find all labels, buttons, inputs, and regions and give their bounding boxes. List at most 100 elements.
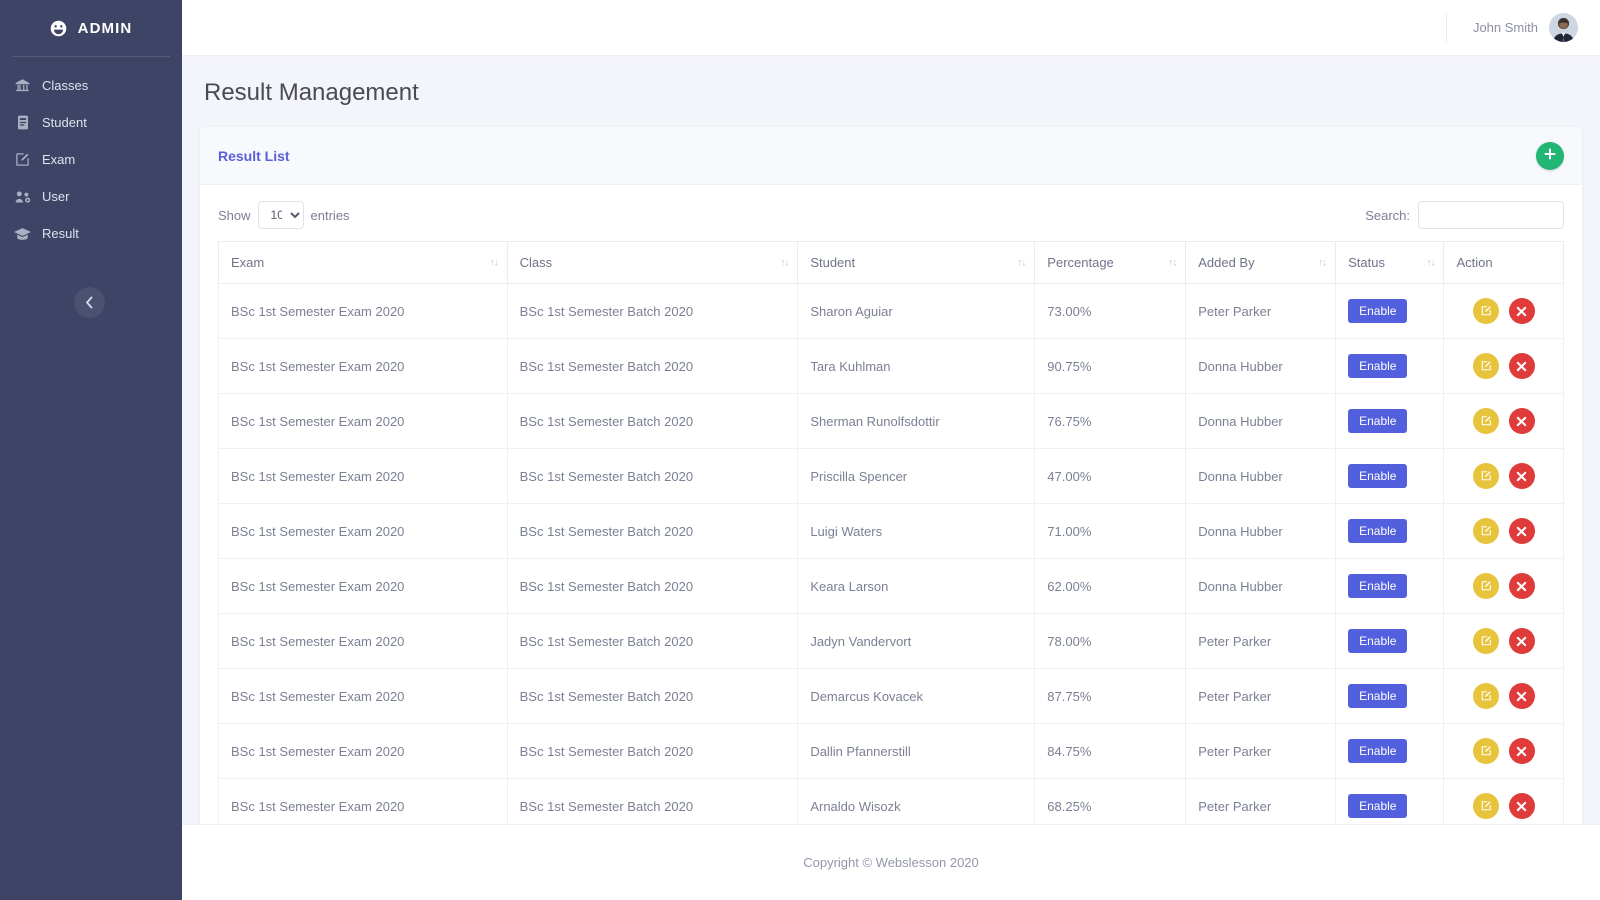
edit-pen-square-icon [1480, 580, 1492, 592]
cell-class: BSc 1st Semester Batch 2020 [506, 613, 799, 669]
column-header-exam[interactable]: Exam ↑↓ [218, 241, 508, 284]
status-toggle-button[interactable]: Enable [1348, 684, 1408, 708]
delete-times-icon [1516, 581, 1527, 592]
cell-class: BSc 1st Semester Batch 2020 [506, 283, 799, 339]
search-input[interactable] [1418, 201, 1564, 229]
sidebar-item-exam[interactable]: Exam [0, 141, 182, 178]
edit-row-button[interactable] [1472, 628, 1499, 654]
delete-times-icon [1516, 471, 1527, 482]
column-label: Student [810, 255, 856, 270]
status-toggle-button[interactable]: Enable [1348, 794, 1408, 818]
brand[interactable]: ADMIN [0, 0, 182, 56]
row-actions [1456, 408, 1551, 434]
column-header-percentage[interactable]: Percentage ↑↓ [1034, 241, 1187, 284]
cell-added-by: Donna Hubber [1185, 503, 1337, 559]
table-row: BSc 1st Semester Exam 2020 BSc 1st Semest… [218, 448, 1564, 504]
column-header-student[interactable]: Student ↑↓ [797, 241, 1036, 284]
edit-pen-square-icon [1480, 305, 1492, 317]
sidebar-item-result[interactable]: Result [0, 215, 182, 252]
cell-student: Sherman Runolfsdottir [797, 393, 1036, 449]
page-length-select[interactable]: 10 25 50 100 [257, 201, 304, 229]
edit-row-button[interactable] [1472, 683, 1499, 709]
column-header-class[interactable]: Class ↑↓ [506, 241, 799, 284]
cell-class: BSc 1st Semester Batch 2020 [506, 503, 799, 559]
row-actions [1456, 793, 1551, 819]
sidebar-collapse-button[interactable] [74, 287, 105, 318]
cell-class: BSc 1st Semester Batch 2020 [506, 723, 799, 779]
add-result-button[interactable] [1536, 141, 1564, 170]
search-label: Search: [1365, 207, 1410, 223]
delete-times-icon [1516, 636, 1527, 647]
status-toggle-button[interactable]: Enable [1348, 464, 1408, 488]
delete-row-button[interactable] [1508, 353, 1535, 379]
delete-row-button[interactable] [1508, 738, 1535, 764]
status-toggle-button[interactable]: Enable [1348, 299, 1408, 323]
cell-exam: BSc 1st Semester Exam 2020 [218, 338, 508, 394]
sidebar-item-label: Exam [42, 152, 76, 167]
edit-row-button[interactable] [1472, 463, 1499, 489]
delete-row-button[interactable] [1508, 683, 1535, 709]
cell-exam: BSc 1st Semester Exam 2020 [218, 393, 508, 449]
delete-row-button[interactable] [1508, 298, 1535, 324]
status-toggle-button[interactable]: Enable [1348, 354, 1408, 378]
table-body: BSc 1st Semester Exam 2020 BSc 1st Semest… [218, 283, 1564, 824]
cell-class: BSc 1st Semester Batch 2020 [506, 778, 799, 824]
edit-row-button[interactable] [1472, 793, 1499, 819]
status-toggle-button[interactable]: Enable [1348, 739, 1408, 763]
status-toggle-button[interactable]: Enable [1348, 629, 1408, 653]
avatar[interactable] [1549, 13, 1578, 42]
row-actions [1456, 518, 1551, 544]
edit-row-button[interactable] [1472, 353, 1499, 379]
cell-exam: BSc 1st Semester Exam 2020 [218, 778, 508, 824]
cell-action [1443, 448, 1564, 504]
delete-row-button[interactable] [1508, 518, 1535, 544]
graduation-cap-icon [14, 227, 31, 241]
edit-row-button[interactable] [1472, 573, 1499, 599]
edit-row-button[interactable] [1472, 298, 1499, 324]
edit-row-button[interactable] [1472, 738, 1499, 764]
cell-student: Keara Larson [797, 558, 1036, 614]
cell-percentage: 73.00% [1034, 283, 1187, 339]
copyright-text: Copyright © Webslesson 2020 [803, 855, 979, 870]
sort-updown-icon: ↑↓ [1168, 257, 1177, 268]
row-actions [1456, 353, 1551, 379]
delete-row-button[interactable] [1508, 408, 1535, 434]
cell-student: Sharon Aguiar [797, 283, 1036, 339]
cell-class: BSc 1st Semester Batch 2020 [506, 393, 799, 449]
edit-row-button[interactable] [1472, 408, 1499, 434]
cell-added-by: Donna Hubber [1185, 448, 1337, 504]
sort-updown-icon: ↑↓ [1017, 257, 1026, 268]
sidebar-item-user[interactable]: User [0, 178, 182, 215]
status-toggle-button[interactable]: Enable [1348, 574, 1408, 598]
sidebar-item-student[interactable]: Student [0, 104, 182, 141]
column-header-status[interactable]: Status ↑↓ [1335, 241, 1445, 284]
cell-action [1443, 503, 1564, 559]
cell-action [1443, 778, 1564, 824]
delete-row-button[interactable] [1508, 793, 1535, 819]
delete-times-icon [1516, 306, 1527, 317]
table-row: BSc 1st Semester Exam 2020 BSc 1st Semest… [218, 613, 1564, 669]
status-toggle-button[interactable]: Enable [1348, 519, 1408, 543]
row-actions [1456, 628, 1551, 654]
sort-updown-icon: ↑↓ [1318, 257, 1327, 268]
status-toggle-button[interactable]: Enable [1348, 409, 1408, 433]
delete-row-button[interactable] [1508, 573, 1535, 599]
delete-row-button[interactable] [1508, 463, 1535, 489]
grin-face-icon [50, 20, 67, 37]
table-row: BSc 1st Semester Exam 2020 BSc 1st Semest… [218, 668, 1564, 724]
row-actions [1456, 463, 1551, 489]
cell-status: Enable [1335, 558, 1445, 614]
edit-row-button[interactable] [1472, 518, 1499, 544]
topbar-separator [1445, 13, 1447, 42]
column-header-added-by[interactable]: Added By ↑↓ [1185, 241, 1337, 284]
cell-added-by: Peter Parker [1185, 723, 1337, 779]
sidebar-nav: Classes Student Exam User Result [0, 57, 182, 252]
row-actions [1456, 573, 1551, 599]
sort-updown-icon: ↑↓ [1426, 257, 1435, 268]
cell-action [1443, 668, 1564, 724]
row-actions [1456, 738, 1551, 764]
delete-row-button[interactable] [1508, 628, 1535, 654]
sidebar-item-classes[interactable]: Classes [0, 67, 182, 104]
cell-action [1443, 393, 1564, 449]
bank-icon [14, 78, 31, 93]
